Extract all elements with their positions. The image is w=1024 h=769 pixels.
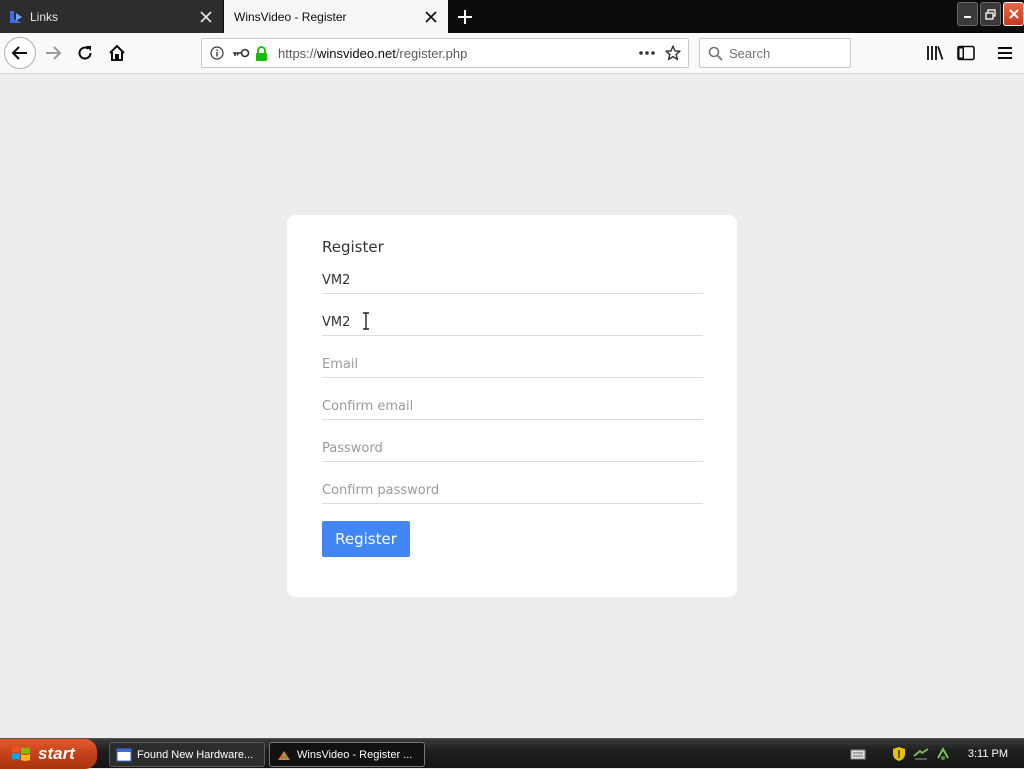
url-bar[interactable]: https://winsvideo.net/register.php xyxy=(201,38,689,68)
page-actions-button[interactable] xyxy=(634,41,660,65)
forward-button[interactable] xyxy=(37,37,69,69)
search-icon xyxy=(708,46,723,61)
hamburger-menu-icon xyxy=(998,47,1012,59)
tab-strip: Links WinsVideo - Register xyxy=(0,0,1024,33)
tab-winsvideo-register[interactable]: WinsVideo - Register xyxy=(224,0,448,33)
text-cursor-icon xyxy=(363,312,369,330)
home-button[interactable] xyxy=(101,37,133,69)
secure-lock-icon[interactable] xyxy=(252,44,270,62)
first-name-field[interactable] xyxy=(322,268,703,294)
taskbar-item-label: WinsVideo - Register ... xyxy=(297,748,413,761)
close-tab-icon[interactable] xyxy=(420,6,442,28)
taskbar-item-found-new-hardware[interactable]: Found New Hardware... xyxy=(109,742,265,767)
reload-button[interactable] xyxy=(69,37,101,69)
tab-links[interactable]: Links xyxy=(0,0,223,33)
window-icon xyxy=(116,748,132,761)
tab-title: Links xyxy=(30,9,59,24)
home-icon xyxy=(109,44,125,61)
sidebar-icon xyxy=(957,45,975,61)
close-window-button[interactable] xyxy=(1003,2,1024,26)
more-dots-icon xyxy=(639,51,655,55)
paint-icon xyxy=(278,750,290,760)
reload-icon xyxy=(78,46,92,60)
system-tray: 3:11 PM xyxy=(847,739,1024,769)
password-field[interactable] xyxy=(322,436,703,462)
windows-logo-icon xyxy=(12,746,30,761)
restore-icon xyxy=(985,8,996,20)
back-arrow-icon xyxy=(11,46,27,60)
search-box[interactable] xyxy=(699,38,851,68)
navigation-toolbar: https://winsvideo.net/register.php xyxy=(0,33,1024,74)
restore-button[interactable] xyxy=(980,2,1001,26)
clock[interactable]: 3:11 PM xyxy=(968,748,1008,760)
start-label: start xyxy=(38,744,75,763)
menu-button[interactable] xyxy=(993,41,1017,65)
key-icon[interactable] xyxy=(232,44,250,62)
register-heading: Register xyxy=(322,238,384,256)
page-content: Register Register xyxy=(0,75,1024,738)
start-button[interactable]: start xyxy=(0,739,97,769)
info-icon[interactable] xyxy=(208,44,226,62)
window-controls xyxy=(957,2,1024,30)
library-button[interactable] xyxy=(923,41,947,65)
taskbar-item-label: Found New Hardware... xyxy=(137,748,254,761)
back-button[interactable] xyxy=(4,37,36,69)
bookmark-star-button[interactable] xyxy=(660,41,686,65)
url-domain: winsvideo.net xyxy=(317,45,396,61)
security-shield-icon[interactable] xyxy=(891,746,907,762)
plus-icon xyxy=(458,10,472,24)
confirm-email-field[interactable] xyxy=(322,394,703,420)
email-field[interactable] xyxy=(322,352,703,378)
new-tab-button[interactable] xyxy=(452,4,478,30)
star-icon xyxy=(665,45,681,61)
network-icon[interactable] xyxy=(913,746,929,762)
url-path: /register.php xyxy=(395,45,468,61)
forward-arrow-icon xyxy=(46,46,62,60)
taskbar-item-winsvideo-register[interactable]: WinsVideo - Register ... xyxy=(269,742,425,767)
close-tab-icon[interactable] xyxy=(195,6,217,28)
sidebar-toggle-button[interactable] xyxy=(954,41,978,65)
taskbar: start Found New Hardware... WinsVideo - … xyxy=(0,738,1024,769)
minimize-button[interactable] xyxy=(957,2,978,26)
confirm-password-field[interactable] xyxy=(322,478,703,504)
last-name-field[interactable] xyxy=(322,310,703,336)
register-button[interactable]: Register xyxy=(322,521,410,557)
keyboard-icon[interactable] xyxy=(850,746,866,762)
tab-title: WinsVideo - Register xyxy=(234,9,347,24)
update-icon[interactable] xyxy=(935,746,951,762)
close-icon xyxy=(1008,9,1019,19)
register-card: Register Register xyxy=(287,215,737,597)
url-text[interactable]: https://winsvideo.net/register.php xyxy=(278,46,634,61)
library-icon xyxy=(927,46,944,60)
links-favicon-icon xyxy=(8,9,24,25)
search-input[interactable] xyxy=(729,45,839,61)
url-scheme: https:// xyxy=(278,45,318,61)
minimize-icon xyxy=(963,16,971,18)
